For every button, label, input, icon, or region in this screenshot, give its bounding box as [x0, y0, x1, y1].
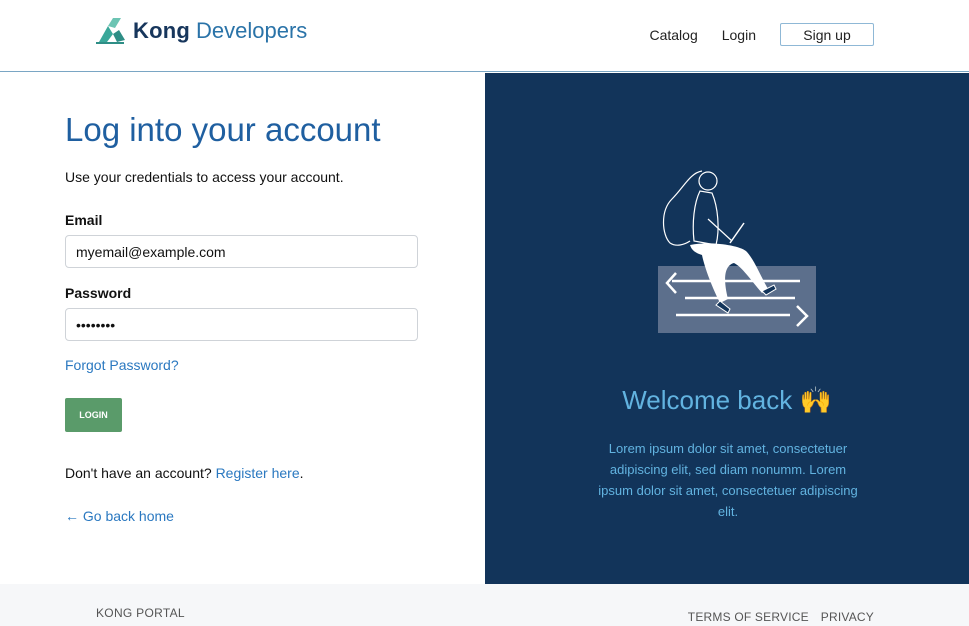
register-prompt: Don't have an account? Register here.	[65, 465, 304, 481]
page-footer: KONG PORTAL TERMS OF SERVICE PRIVACY	[0, 584, 969, 626]
email-field[interactable]	[65, 235, 418, 268]
password-field[interactable]	[65, 308, 418, 341]
nav-catalog[interactable]: Catalog	[649, 27, 697, 43]
email-label: Email	[65, 212, 103, 228]
kong-logo-icon	[96, 18, 125, 44]
page-subtitle: Use your credentials to access your acco…	[65, 169, 344, 185]
password-label: Password	[65, 285, 132, 301]
register-suffix: .	[299, 465, 304, 481]
login-section: Log into your account Use your credentia…	[0, 73, 485, 584]
illustration-person-laptop	[658, 170, 816, 333]
footer-links: TERMS OF SERVICE PRIVACY	[676, 610, 874, 624]
top-header: Kong Developers Catalog Login Sign up	[0, 0, 969, 72]
welcome-body: Lorem ipsum dolor sit amet, consectetuer…	[598, 441, 858, 519]
terms-of-service-link[interactable]: TERMS OF SERVICE	[688, 610, 809, 624]
brand-suffix: Developers	[196, 18, 308, 43]
nav-login[interactable]: Login	[722, 27, 756, 43]
register-link[interactable]: Register here	[216, 465, 300, 481]
privacy-link[interactable]: PRIVACY	[821, 610, 874, 624]
brand-logo[interactable]: Kong Developers	[95, 16, 307, 46]
signup-button[interactable]: Sign up	[780, 23, 874, 46]
welcome-panel: Welcome back 🙌 Lorem ipsum dolor sit ame…	[485, 73, 969, 584]
forgot-password-link[interactable]: Forgot Password?	[65, 357, 179, 373]
footer-brand[interactable]: KONG PORTAL	[96, 606, 185, 620]
brand-name: Kong	[133, 18, 191, 43]
welcome-heading: Welcome back 🙌	[622, 385, 832, 415]
login-button[interactable]: LOGIN	[65, 398, 122, 432]
top-nav: Catalog Login Sign up	[649, 23, 874, 46]
page-title: Log into your account	[65, 111, 381, 148]
register-prefix: Don't have an account?	[65, 465, 212, 481]
go-back-home-link[interactable]: ← Go back home	[65, 508, 174, 524]
